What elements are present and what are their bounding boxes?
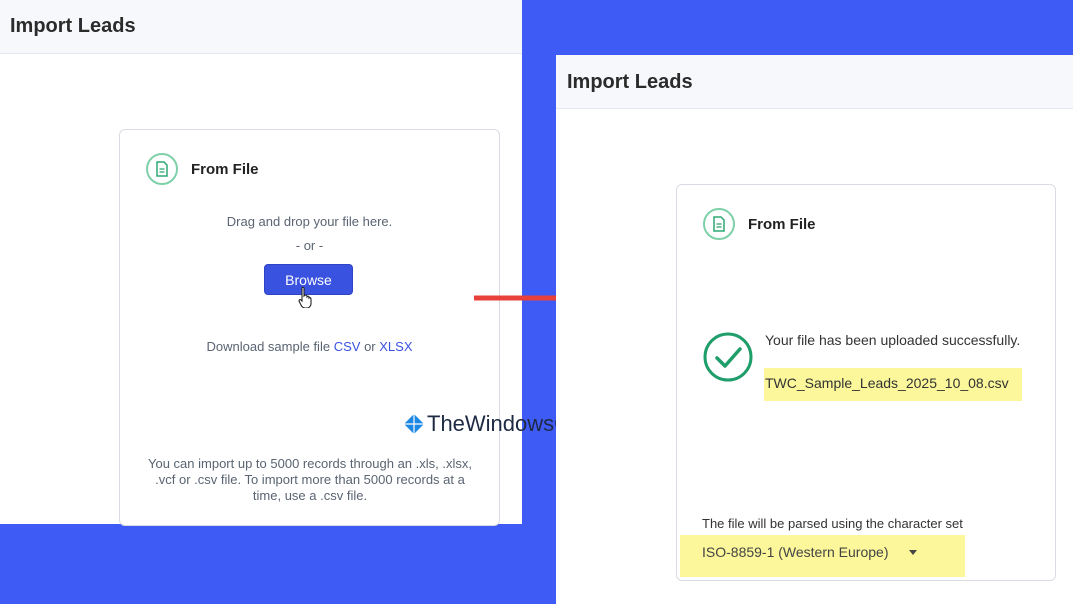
download-sample-line: Download sample file CSV or XLSX <box>120 339 499 354</box>
import-leads-panel-after: Import Leads From File Your file has bee… <box>556 55 1073 604</box>
charset-label: The file will be parsed using the charac… <box>702 516 963 531</box>
import-limit-note: You can import up to 5000 records throug… <box>148 456 472 503</box>
download-label: Download sample file <box>206 339 331 354</box>
hand-cursor-icon <box>298 286 312 308</box>
page-header: Import Leads <box>0 0 522 54</box>
xlsx-link[interactable]: XLSX <box>379 339 412 354</box>
or-word: or <box>364 339 376 354</box>
page-title: Import Leads <box>10 15 136 37</box>
csv-link[interactable]: CSV <box>334 339 361 354</box>
charset-dropdown[interactable]: ISO-8859-1 (Western Europe) <box>702 544 917 560</box>
page-title: Import Leads <box>567 71 693 93</box>
upload-success-message: Your file has been uploaded successfully… <box>765 332 1021 348</box>
from-file-card: From File Drag and drop your file here. … <box>119 129 500 526</box>
card-title: From File <box>191 161 259 178</box>
success-check-icon <box>703 332 753 382</box>
from-file-card: From File Your file has been uploaded su… <box>676 184 1056 581</box>
page-header: Import Leads <box>556 55 1073 109</box>
document-icon <box>703 208 735 240</box>
or-separator: - or - <box>295 238 324 253</box>
drop-zone-text[interactable]: Drag and drop your file here. <box>120 214 499 229</box>
card-title: From File <box>748 216 816 233</box>
charset-selected-value: ISO-8859-1 (Western Europe) <box>702 544 889 560</box>
import-leads-panel-before: Import Leads From File Drag and drop you… <box>0 0 522 526</box>
windows-logo-icon <box>404 414 424 434</box>
chevron-down-icon <box>908 549 917 555</box>
uploaded-filename: TWC_Sample_Leads_2025_10_08.csv <box>765 375 1009 391</box>
document-icon <box>146 153 178 185</box>
